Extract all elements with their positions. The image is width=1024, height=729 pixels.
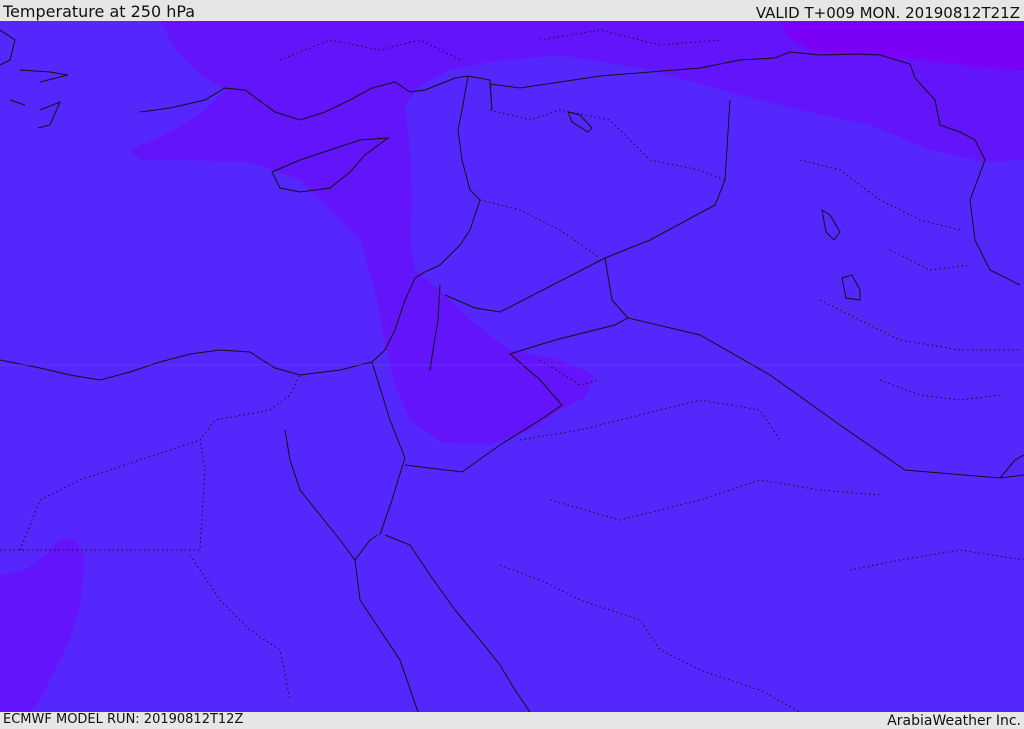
temperature-map [0, 21, 1024, 712]
map-footer: ECMWF MODEL RUN: 20190812T12Z ArabiaWeat… [0, 712, 1024, 729]
map-header: Temperature at 250 hPa VALID T+009 MON. … [0, 0, 1024, 21]
credit-label: ArabiaWeather Inc. [887, 713, 1021, 729]
valid-time: VALID T+009 MON. 20190812T21Z [755, 4, 1020, 22]
map-canvas [0, 21, 1024, 712]
model-run-label: ECMWF MODEL RUN: 20190812T12Z [3, 712, 244, 727]
map-title: Temperature at 250 hPa [3, 2, 196, 21]
